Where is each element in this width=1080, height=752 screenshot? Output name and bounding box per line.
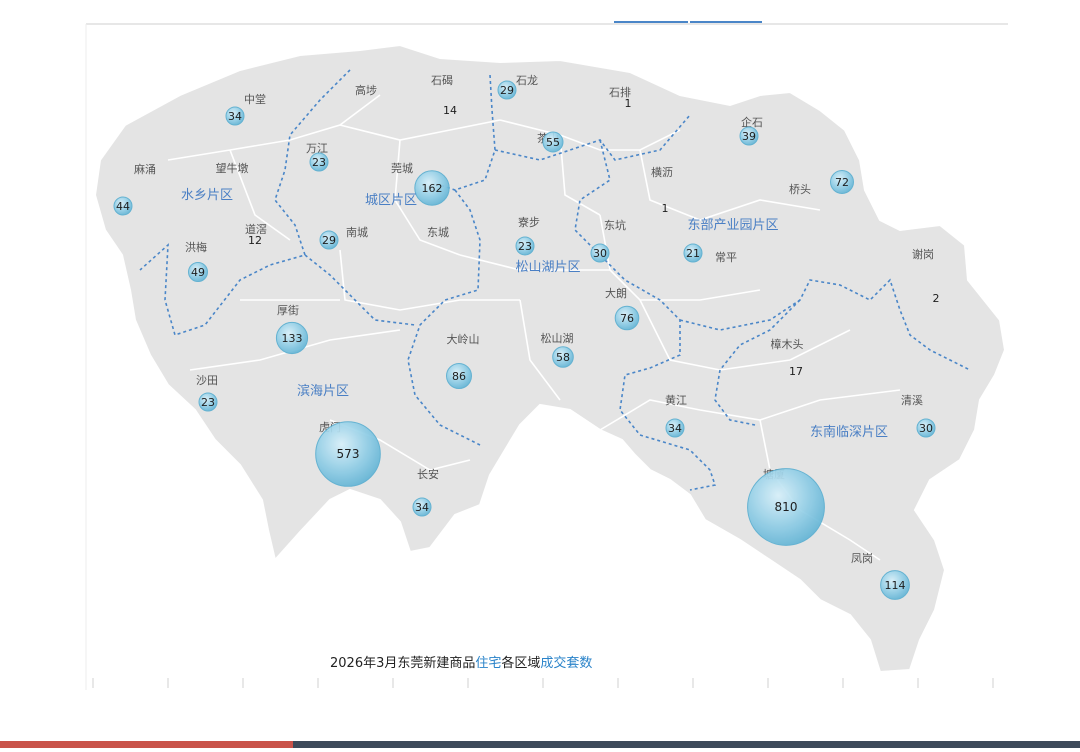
zone-label-0: 水乡片区 bbox=[181, 188, 233, 203]
count-value-label: 29 bbox=[500, 84, 514, 97]
town-name-label: 樟木头 bbox=[771, 337, 804, 351]
town-name-label: 莞城 bbox=[391, 162, 413, 175]
count-value-label: 76 bbox=[620, 312, 634, 325]
map-caption: 2026年3月东莞新建商品住宅各区域成交套数 bbox=[330, 655, 592, 671]
map-view: 中堂34高埗石碣14石龙29石排1企石39麻涌44望牛墩万江23莞城162茶山5… bbox=[0, 0, 1080, 748]
count-value-label: 49 bbox=[191, 266, 205, 279]
caption-part-2: 各区域 bbox=[501, 655, 540, 671]
zone-label-4: 滨海片区 bbox=[297, 383, 349, 399]
count-value-label: 17 bbox=[789, 365, 803, 378]
count-value-label: 23 bbox=[201, 396, 215, 409]
town-name-label: 望牛墩 bbox=[216, 161, 249, 175]
town-name-label: 沙田 bbox=[196, 374, 218, 387]
town-name-label: 横沥 bbox=[651, 165, 673, 179]
count-value-label: 114 bbox=[885, 579, 906, 592]
town-name-label: 黄江 bbox=[665, 393, 687, 407]
count-value-label: 2 bbox=[933, 292, 940, 305]
town-name-label: 南城 bbox=[346, 226, 368, 239]
town-name-label: 厚街 bbox=[277, 303, 299, 317]
count-value-label: 23 bbox=[518, 240, 532, 253]
town-name-label: 中堂 bbox=[244, 93, 266, 106]
town-name-label: 大朗 bbox=[605, 286, 627, 300]
footer-bar-right bbox=[293, 741, 1080, 748]
count-value-label: 34 bbox=[415, 501, 429, 514]
town-name-label: 常平 bbox=[715, 251, 737, 264]
ruler-ticks bbox=[92, 678, 994, 688]
footer-bar-left bbox=[0, 741, 293, 748]
count-value-label: 72 bbox=[835, 176, 849, 189]
town-name-label: 长安 bbox=[417, 467, 439, 481]
town-name-label: 石龙 bbox=[516, 74, 538, 87]
count-value-label: 1 bbox=[625, 97, 632, 110]
town-name-label: 大岭山 bbox=[447, 332, 480, 346]
town-name-label: 石碣 bbox=[431, 74, 453, 87]
zone-label-3: 东部产业园片区 bbox=[687, 218, 778, 233]
count-value-label: 21 bbox=[686, 247, 700, 260]
count-value-label: 30 bbox=[593, 247, 607, 260]
count-value-label: 39 bbox=[742, 130, 756, 143]
town-name-label: 松山湖 bbox=[541, 331, 574, 345]
caption-part-0: 2026年3月东莞新建商品 bbox=[330, 655, 475, 671]
town-15[interactable]: 东城 bbox=[427, 226, 449, 239]
count-value-label: 23 bbox=[312, 156, 326, 169]
count-value-label: 12 bbox=[248, 234, 262, 247]
town-name-label: 桥头 bbox=[789, 183, 811, 196]
zone-label-2: 松山湖片区 bbox=[515, 260, 580, 275]
count-value-label: 573 bbox=[337, 447, 360, 461]
town-name-label: 寮步 bbox=[518, 215, 540, 229]
caption-part-1: 住宅 bbox=[475, 656, 501, 671]
count-value-label: 58 bbox=[556, 351, 570, 364]
zone-label-1: 城区片区 bbox=[365, 193, 417, 208]
town-name-label: 洪梅 bbox=[185, 240, 207, 254]
count-value-label: 162 bbox=[422, 182, 443, 195]
count-value-label: 29 bbox=[322, 234, 336, 247]
count-value-label: 34 bbox=[668, 422, 682, 435]
count-value-label: 86 bbox=[452, 370, 466, 383]
count-value-label: 133 bbox=[282, 332, 303, 345]
count-value-label: 44 bbox=[116, 200, 130, 213]
town-name-label: 东城 bbox=[427, 226, 449, 239]
town-name-label: 高埗 bbox=[355, 83, 377, 97]
town-name-label: 麻涌 bbox=[134, 162, 156, 176]
town-name-label: 清溪 bbox=[901, 394, 923, 407]
count-value-label: 810 bbox=[775, 500, 798, 514]
zone-label-5: 东南临深片区 bbox=[810, 424, 888, 440]
count-value-label: 55 bbox=[546, 136, 560, 149]
town-1[interactable]: 高埗 bbox=[355, 83, 377, 97]
count-value-label: 30 bbox=[919, 422, 933, 435]
count-value-label: 14 bbox=[443, 104, 457, 117]
count-value-label: 34 bbox=[228, 110, 242, 123]
town-name-label: 凤岗 bbox=[851, 552, 873, 565]
town-name-label: 谢岗 bbox=[912, 247, 934, 261]
town-name-label: 东坑 bbox=[604, 218, 626, 232]
count-value-label: 1 bbox=[662, 202, 669, 215]
caption-part-3: 成交套数 bbox=[540, 655, 592, 671]
town-name-label: 企石 bbox=[741, 115, 763, 129]
map-canvas: 中堂34高埗石碣14石龙29石排1企石39麻涌44望牛墩万江23莞城162茶山5… bbox=[85, 21, 1008, 690]
town-7[interactable]: 望牛墩 bbox=[216, 161, 249, 175]
